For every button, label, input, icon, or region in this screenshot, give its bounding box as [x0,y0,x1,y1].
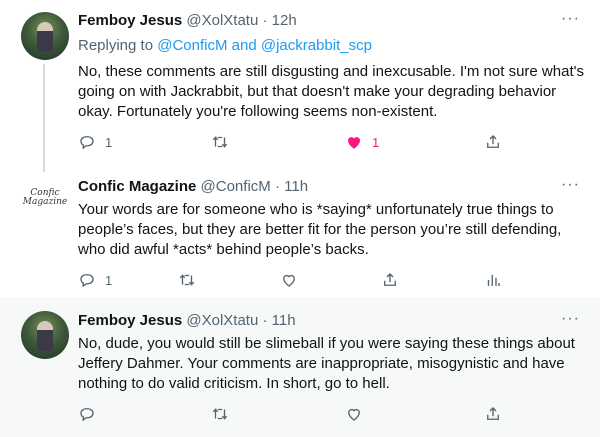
avatar[interactable] [21,12,69,60]
avatar[interactable]: Confic Magazine [21,174,69,222]
reply-button[interactable] [78,405,96,423]
replying-to: Replying to @ConficM and @jackrabbit_scp [78,37,372,54]
tweet-text: Your words are for someone who is *sayin… [78,201,562,258]
thread-line [43,64,45,162]
replying-label: Replying to [78,37,154,54]
reply-icon [80,408,94,422]
like-button[interactable] [345,405,363,423]
reply-button[interactable]: 1 [78,133,112,151]
reply-icon [80,136,94,150]
tweet-actions [78,405,518,425]
retweet-button[interactable] [211,133,229,151]
tweet-text: No, these comments are still disgusting … [78,63,584,120]
share-icon [384,273,396,286]
tweet-actions: 1 [78,271,518,291]
reply-button[interactable]: 1 [78,271,112,289]
timestamp[interactable]: 12h [272,12,297,29]
analytics-button[interactable] [484,271,502,289]
separator: · [262,12,268,29]
author-handle[interactable]: @XolXtatu [186,312,258,329]
avatar[interactable] [21,311,69,359]
avatar-logo-text: Magazine [22,197,68,207]
share-icon [487,135,499,148]
share-icon [487,407,499,420]
thread-line [43,158,45,172]
separator: · [274,178,280,195]
tweet-text: No, dude, you would still be slimeball i… [78,335,575,392]
heart-icon [348,408,360,421]
share-button[interactable] [484,133,502,151]
retweet-button[interactable] [178,271,196,289]
timestamp[interactable]: 11h [272,312,296,329]
like-button[interactable] [280,271,298,289]
reply-count: 1 [105,134,113,150]
like-button[interactable]: 1 [345,133,379,151]
retweet-icon [179,273,195,287]
mention-and: and [231,37,257,54]
tweet[interactable]: Femboy Jesus @XolXtatu · 12h ··· Replyin… [0,0,600,162]
author-name[interactable]: Femboy Jesus [78,312,182,329]
mention-link[interactable]: @ConficM [157,37,227,54]
more-options-icon[interactable]: ··· [561,176,580,194]
retweet-icon [212,407,228,421]
author-name[interactable]: Confic Magazine [78,178,196,195]
reply-icon [80,274,94,288]
retweet-icon [212,135,228,149]
retweet-button[interactable] [211,405,229,423]
tweet[interactable]: Confic Magazine Confic Magazine @ConficM… [0,158,600,299]
share-button[interactable] [484,405,502,423]
more-options-icon[interactable]: ··· [561,310,580,328]
more-options-icon[interactable]: ··· [561,10,580,28]
author-handle[interactable]: @ConficM [201,178,271,195]
author-name[interactable]: Femboy Jesus [78,12,182,29]
analytics-icon [487,274,500,286]
timestamp[interactable]: 11h [284,178,308,195]
reply-count: 1 [105,272,113,288]
author-handle[interactable]: @XolXtatu [186,12,258,29]
heart-icon [283,274,295,287]
mention-link[interactable]: @jackrabbit_scp [261,37,372,54]
heart-icon [348,137,360,149]
tweet[interactable]: Femboy Jesus @XolXtatu · 11h ··· No, dud… [0,299,600,437]
separator: · [262,312,268,329]
tweet-actions: 1 1 [78,133,518,153]
share-button[interactable] [381,271,399,289]
like-count: 1 [372,134,380,150]
